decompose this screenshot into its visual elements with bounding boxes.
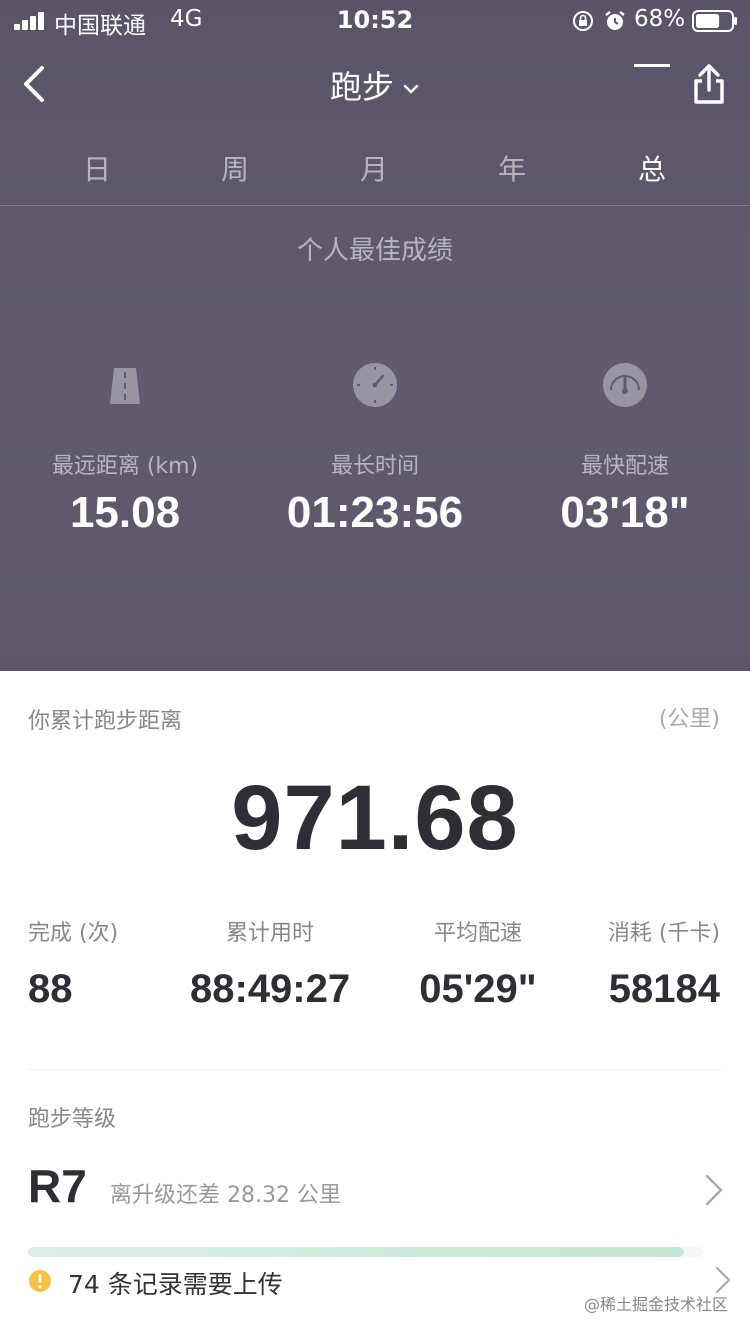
tab-week[interactable]: 周: [195, 148, 275, 188]
watermark: @稀土掘金技术社区: [583, 1295, 728, 1314]
best-duration: 最长时间 01:23:56: [250, 360, 500, 538]
best-duration-value: 01:23:56: [286, 488, 464, 537]
share-button[interactable]: [690, 62, 728, 106]
rotation-lock-icon: [573, 11, 593, 31]
chevron-down-icon: [403, 84, 419, 94]
stat-avg-pace: 平均配速 05'29": [408, 915, 548, 1012]
level-code: R7: [28, 1160, 87, 1212]
tab-day[interactable]: 日: [57, 148, 137, 188]
total-distance-unit: (公里): [658, 707, 720, 732]
stat-total-time-value: 88:49:27: [190, 967, 351, 1011]
summary-card: 你累计跑步距离 (公里) 971.68 完成 (次) 88 累计用时 88:49…: [0, 671, 750, 1334]
chevron-right-icon: [705, 1174, 723, 1206]
level-row[interactable]: R7 离升级还差 28.32 公里: [0, 1159, 750, 1219]
best-duration-label: 最长时间: [330, 454, 419, 479]
header-panel: 中国联通 4G 10:52 68% 跑步 日 周 月 年 总 个人最佳成绩 最远…: [0, 0, 750, 671]
nav-title-text: 跑步: [329, 68, 394, 106]
best-distance-value: 15.08: [69, 488, 181, 537]
stat-runs-label: 完成 (次): [28, 921, 119, 946]
level-description: 离升级还差 28.32 公里: [110, 1183, 341, 1208]
best-distance: 最远距离 (km) 15.08: [0, 360, 250, 538]
stat-calories-label: 消耗 (千卡): [607, 921, 720, 946]
best-pace-label: 最快配速: [580, 454, 669, 479]
tab-month[interactable]: 月: [334, 148, 414, 188]
level-progress-fill: [28, 1247, 684, 1257]
stat-total-time: 累计用时 88:49:27: [190, 915, 350, 1012]
speedometer-icon: [603, 363, 647, 407]
battery-icon: [692, 10, 737, 32]
level-title: 跑步等级: [28, 1107, 117, 1132]
stat-runs: 完成 (次) 88: [28, 915, 118, 1012]
upload-records-text: 74 条记录需要上传: [68, 1270, 283, 1299]
sport-type-selector[interactable]: 跑步: [0, 62, 750, 108]
stat-runs-value: 88: [28, 967, 73, 1011]
stopwatch-icon: [353, 363, 397, 407]
status-bar: 中国联通 4G 10:52 68%: [0, 0, 750, 44]
level-progress-bar: [28, 1247, 704, 1257]
tabs-divider: [0, 205, 750, 206]
stat-avg-pace-label: 平均配速: [433, 921, 522, 946]
stat-calories: 消耗 (千卡) 58184: [608, 915, 720, 1012]
active-tab-indicator: [634, 64, 670, 67]
stat-total-time-label: 累计用时: [225, 921, 314, 946]
total-distance-label: 你累计跑步距离: [28, 709, 183, 734]
best-pace-value: 03'18": [560, 488, 690, 537]
best-pace: 最快配速 03'18": [500, 360, 750, 538]
total-distance-value: 971.68: [231, 767, 519, 869]
tab-year[interactable]: 年: [472, 148, 552, 188]
period-tabs: 日 周 月 年 总: [0, 140, 750, 206]
best-distance-label: 最远距离 (km): [51, 454, 199, 479]
tab-total[interactable]: 总: [612, 148, 692, 188]
warning-icon: [29, 1270, 51, 1292]
stat-calories-value: 58184: [608, 967, 720, 1011]
section-divider: [28, 1069, 722, 1070]
stat-avg-pace-value: 05'29": [419, 967, 537, 1011]
road-icon: [110, 368, 140, 404]
battery-percent: 68%: [634, 6, 686, 32]
alarm-icon: [605, 11, 625, 30]
personal-best-title: 个人最佳成绩: [296, 236, 453, 266]
